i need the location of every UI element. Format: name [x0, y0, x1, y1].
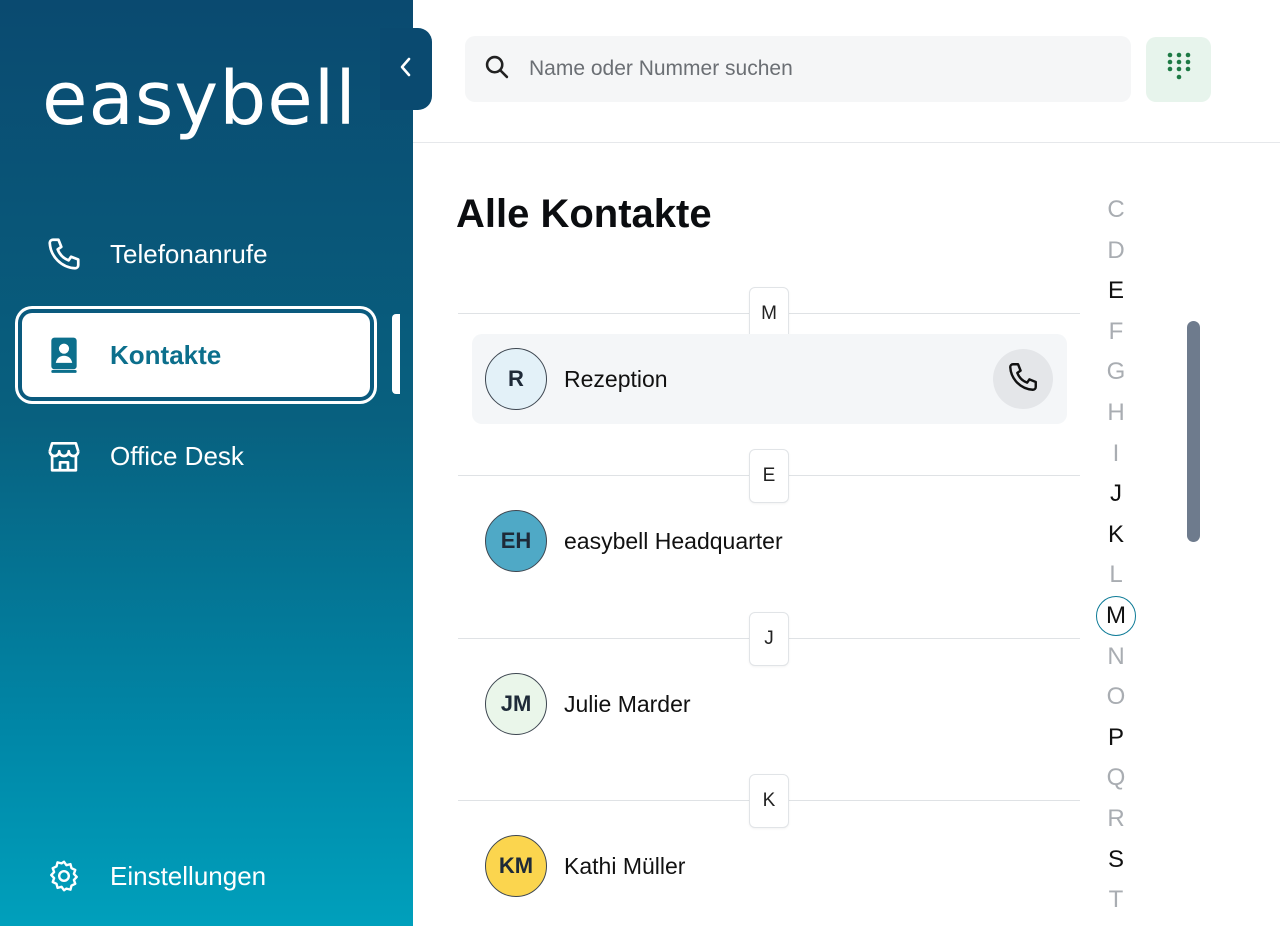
contact-row-rezeption[interactable]: R Rezeption — [472, 334, 1067, 424]
chevron-left-icon — [398, 56, 414, 83]
avatar: EH — [485, 510, 547, 572]
section-letter-m: M — [749, 287, 789, 341]
sidebar-item-office-desk[interactable]: Office Desk — [22, 414, 370, 498]
contact-row-easybell-headquarter[interactable]: EH easybell Headquarter — [472, 496, 1067, 586]
dialpad-icon — [1164, 51, 1194, 88]
avatar: KM — [485, 835, 547, 897]
phone-icon — [44, 234, 84, 274]
alphabet-letter-m[interactable]: M — [1096, 596, 1136, 636]
contact-row-kathi-mueller[interactable]: KM Kathi Müller — [472, 821, 1067, 911]
alphabet-letter-p[interactable]: P — [1096, 718, 1136, 758]
alphabet-letter-r: R — [1107, 805, 1125, 832]
avatar: JM — [485, 673, 547, 735]
alphabet-letter-l: L — [1109, 561, 1123, 589]
section-letter-k: K — [749, 774, 789, 828]
call-button[interactable] — [993, 349, 1053, 409]
alphabet-letter-t: T — [1108, 886, 1124, 914]
sidebar-item-label: Kontakte — [110, 339, 222, 370]
sidebar-item-label: Telefonanrufe — [110, 238, 268, 269]
alphabet-letter-i: I — [1112, 439, 1120, 467]
contact-name: Kathi Müller — [564, 852, 686, 879]
gear-icon — [44, 856, 84, 896]
alphabet-letter-c: C — [1107, 196, 1125, 223]
dialpad-button[interactable] — [1146, 37, 1211, 102]
section-letter-j: J — [749, 612, 789, 666]
avatar: R — [485, 348, 547, 410]
alphabet-letter-d: D — [1107, 236, 1125, 264]
top-bar — [413, 0, 1280, 143]
alphabet-letter-f: F — [1108, 317, 1124, 345]
sidebar-item-kontakte[interactable]: Kontakte — [22, 313, 370, 397]
contact-book-icon — [44, 335, 84, 375]
logo: easybell — [42, 56, 357, 142]
scrollbar-thumb[interactable] — [1187, 321, 1200, 542]
settings-label: Einstellungen — [110, 860, 267, 891]
page-title: Alle Kontakte — [456, 192, 712, 236]
phone-icon — [1006, 360, 1040, 399]
alphabet-letter-j[interactable]: J — [1096, 474, 1136, 514]
alphabet-letter-n: N — [1107, 642, 1125, 670]
contact-name: easybell Headquarter — [564, 527, 783, 554]
contact-name: Julie Marder — [564, 690, 691, 717]
active-indicator — [392, 314, 400, 394]
alphabet-letter-e[interactable]: E — [1096, 271, 1136, 311]
alphabet-letter-g: G — [1106, 358, 1126, 386]
store-icon — [44, 436, 84, 476]
sidebar-item-telefonanrufe[interactable]: Telefonanrufe — [22, 212, 370, 296]
contact-name: Rezeption — [564, 365, 668, 392]
contact-row-julie-marder[interactable]: JM Julie Marder — [472, 659, 1067, 749]
alphabet-letter-k[interactable]: K — [1096, 515, 1136, 555]
section-letter-e: E — [749, 449, 789, 503]
search-input[interactable] — [529, 57, 1089, 81]
sidebar: easybell Telefonanrufe Kontakte Office D… — [0, 0, 413, 926]
settings-button[interactable]: Einstellungen — [22, 834, 370, 918]
alphabet-letter-s[interactable]: S — [1096, 840, 1136, 880]
alphabet-letter-h: H — [1107, 399, 1125, 426]
search-icon — [483, 53, 511, 86]
sidebar-item-label: Office Desk — [110, 440, 244, 471]
alphabet-letter-o: O — [1106, 683, 1126, 711]
search-box[interactable] — [465, 36, 1131, 102]
alphabet-letter-q: Q — [1106, 764, 1126, 792]
